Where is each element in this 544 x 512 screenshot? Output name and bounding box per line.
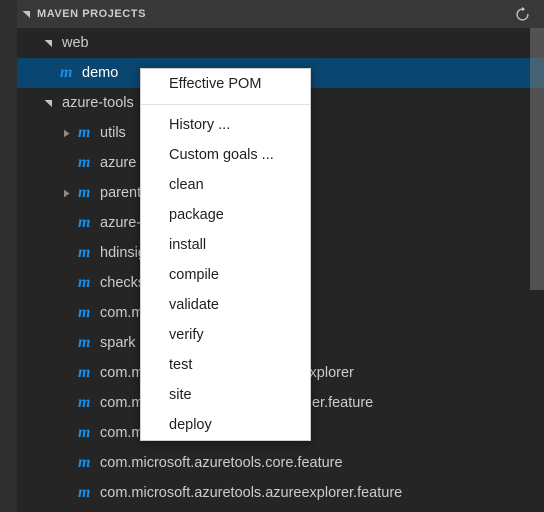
tree-row[interactable]: m com.microsoft.azuretools.core.feature: [17, 448, 544, 478]
maven-icon: m: [78, 124, 90, 141]
tree-row-label: demo: [82, 65, 119, 81]
tree-row-label: azure-tools: [62, 95, 134, 111]
maven-icon: m: [60, 64, 72, 81]
header-actions: [511, 3, 544, 25]
menu-item[interactable]: site: [141, 380, 310, 410]
chevron-right-icon[interactable]: [58, 178, 74, 208]
page-title: MAVEN PROJECTS: [37, 8, 146, 20]
maven-icon: m: [78, 394, 90, 411]
triangle-down-icon[interactable]: [17, 0, 35, 28]
menu-item[interactable]: verify: [141, 320, 310, 350]
tree-row-label: spark: [100, 335, 136, 351]
context-menu[interactable]: Effective POM History ... Custom goals ...…: [140, 68, 311, 441]
tree-row[interactable]: web: [17, 28, 544, 58]
tree-row-label: com.microsoft.azuretools.docker: [94, 508, 309, 512]
chevron-right-icon[interactable]: [58, 118, 74, 148]
menu-item[interactable]: install: [141, 230, 310, 260]
maven-icon: m: [78, 244, 90, 261]
maven-icon: m: [78, 184, 90, 201]
maven-icon: m: [78, 454, 90, 471]
tree-row[interactable]: m com.microsoft.azuretools.azureexplorer.…: [17, 478, 544, 508]
menu-item[interactable]: Effective POM: [141, 69, 310, 99]
maven-icon: m: [78, 304, 90, 321]
maven-icon: m: [78, 334, 90, 351]
menu-item[interactable]: validate: [141, 290, 310, 320]
refresh-icon[interactable]: [511, 3, 533, 25]
scrollbar-thumb[interactable]: [530, 28, 544, 290]
activity-bar-gutter: [0, 0, 17, 512]
triangle-down-icon[interactable]: [40, 88, 56, 118]
maven-projects-panel: MAVEN PROJECTS web m demo azure-tools m utils…: [0, 0, 544, 512]
maven-icon: m: [78, 154, 90, 171]
menu-item[interactable]: package: [141, 200, 310, 230]
maven-icon: m: [78, 364, 90, 381]
tree-row-label: utils: [100, 125, 126, 141]
tree-row[interactable]: mcom.microsoft.azuretools.docker: [17, 508, 544, 512]
tree-row-label: com.microsoft.azuretools.azureexplorer.f…: [100, 485, 403, 501]
tree-row-label: com.microsoft.azuretools.core.feature: [100, 455, 343, 471]
menu-item[interactable]: deploy: [141, 410, 310, 440]
menu-separator: [141, 104, 310, 105]
menu-item[interactable]: clean: [141, 170, 310, 200]
maven-icon: m: [78, 424, 90, 441]
vertical-scrollbar[interactable]: [530, 28, 544, 512]
maven-icon: m: [78, 214, 90, 231]
maven-icon: m: [78, 484, 90, 501]
triangle-down-icon[interactable]: [40, 28, 56, 58]
menu-item[interactable]: compile: [141, 260, 310, 290]
section-header[interactable]: MAVEN PROJECTS: [17, 0, 544, 28]
menu-item[interactable]: test: [141, 350, 310, 380]
maven-icon: m: [74, 508, 94, 512]
maven-icon: m: [78, 274, 90, 291]
tree-row-label: parent: [100, 185, 142, 201]
tree-row-label: web: [62, 35, 89, 51]
menu-item[interactable]: Custom goals ...: [141, 140, 310, 170]
tree-row-label: azure: [100, 155, 137, 171]
menu-item[interactable]: History ...: [141, 110, 310, 140]
